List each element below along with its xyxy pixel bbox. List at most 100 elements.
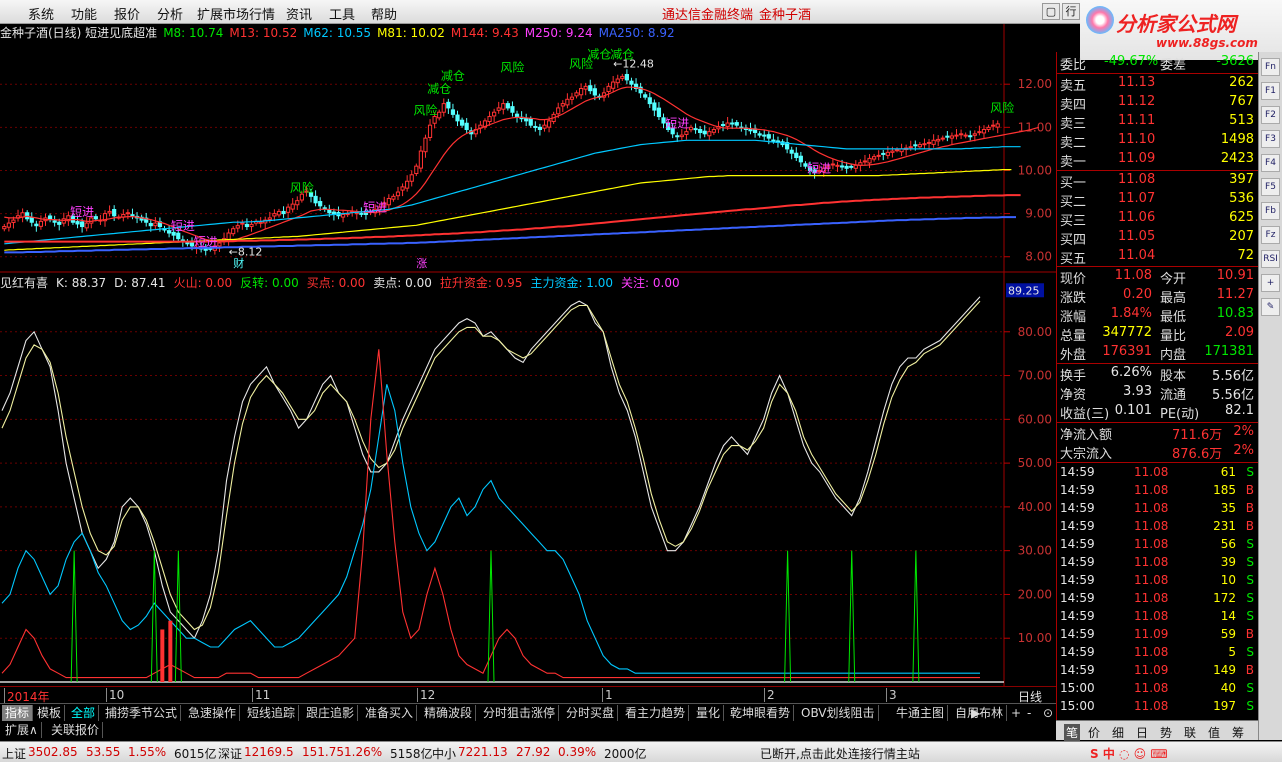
formula-tab[interactable]: 模板 <box>34 705 66 721</box>
ask-row-volume: 1498 <box>1220 132 1254 147</box>
quote-panel-tab[interactable]: 细 <box>1112 724 1124 741</box>
menu-item-7[interactable]: 帮助 <box>371 4 397 23</box>
ma-line-MA250 <box>4 216 1016 254</box>
candle <box>386 194 391 210</box>
tick-row: 15:00 11.08 40 S <box>1060 680 1256 699</box>
candle <box>464 118 469 134</box>
reversal-spike <box>70 550 78 683</box>
weicha-label: 委差 <box>1160 58 1187 73</box>
formula-tab[interactable]: 跟庄追影 <box>303 705 359 721</box>
formula-tab[interactable]: 分时买盘 <box>563 705 619 721</box>
tick-row: 14:59 11.08 231 B <box>1060 518 1256 537</box>
zoom-out-button[interactable]: - <box>1024 705 1034 721</box>
tab-scroll-right-icon[interactable]: ▶ <box>968 705 983 721</box>
minimize-button[interactable]: ▢ <box>1042 3 1060 20</box>
formula-tab[interactable]: 看主力趋势 <box>622 705 690 721</box>
flow-row: 大宗流入 876.6万 2% <box>1060 442 1256 462</box>
tick-time: 14:59 <box>1060 645 1095 659</box>
signal-label: 短进 <box>363 200 387 214</box>
zoom-in-button[interactable]: + <box>1008 705 1024 721</box>
logo-flower-icon <box>1086 6 1114 34</box>
menu-item-6[interactable]: 工具 <box>329 4 355 23</box>
extension-tab[interactable]: 扩展∧ <box>2 722 42 738</box>
quote-panel-tab[interactable]: 价 <box>1088 724 1100 741</box>
quote-label: 量比 <box>1160 329 1187 344</box>
formula-tab[interactable]: 全部 <box>68 705 100 721</box>
quote-panel-tab[interactable]: 势 <box>1160 724 1172 741</box>
side-tool-button[interactable]: F4 <box>1261 154 1280 172</box>
related-quote-tab[interactable]: 关联报价 <box>48 722 104 738</box>
quote-panel-tab[interactable]: 日 <box>1136 724 1148 741</box>
formula-tab[interactable]: 短线追踪 <box>244 705 300 721</box>
date-label: 12 <box>417 688 435 702</box>
side-tool-button[interactable]: ✎ <box>1261 298 1280 316</box>
side-tool-button[interactable]: F2 <box>1261 106 1280 124</box>
bid-row-volume: 397 <box>1229 172 1254 187</box>
ask-row-label: 卖四 <box>1060 98 1087 113</box>
formula-tab[interactable]: 牛通主图 <box>893 705 949 721</box>
side-tool-button[interactable]: Fn <box>1261 58 1280 76</box>
d-line <box>1 300 981 631</box>
quote-panel-tab[interactable]: 笔 <box>1064 724 1081 741</box>
side-tool-button[interactable]: Fz <box>1261 226 1280 244</box>
fundamental-label: 换手 <box>1060 369 1087 384</box>
candle <box>446 98 451 114</box>
menu-item-0[interactable]: 系统 <box>28 4 54 23</box>
quote-label: 今开 <box>1160 272 1187 287</box>
tick-side: S <box>1246 591 1254 605</box>
price-chart[interactable]: 12.0011.0010.009.008.00短进短进短进短进短进短进风险风险减… <box>0 24 1056 686</box>
price-annotation: 财 <box>233 256 244 270</box>
candle <box>633 78 639 92</box>
side-tool-button[interactable]: F3 <box>1261 130 1280 148</box>
formula-tab[interactable]: 量化 <box>693 705 725 721</box>
candle <box>940 135 945 142</box>
formula-tab[interactable]: 准备买入 <box>362 705 418 721</box>
quote-panel: 委比 -49.67% 委差 -3626 卖五 11.13 262 卖四 11.12 767 卖三 11… <box>1056 52 1259 720</box>
formula-tab[interactable]: 指标 <box>2 705 34 721</box>
formula-tab[interactable]: 急速操作 <box>185 705 241 721</box>
formula-tab[interactable]: 乾坤眼看势 <box>727 705 795 721</box>
quote-panel-tab[interactable]: 值 <box>1208 724 1220 741</box>
signal-label: 短进 <box>194 235 218 249</box>
candle <box>926 138 932 149</box>
side-tool-button[interactable]: + <box>1261 274 1280 292</box>
index-change: 53.55 <box>86 745 121 759</box>
candle <box>276 208 282 218</box>
connection-status[interactable]: 已断开,点击此处连接行情主站 <box>760 745 920 762</box>
side-tool-button[interactable]: F5 <box>1261 178 1280 196</box>
candle <box>395 186 401 201</box>
candle <box>624 69 629 85</box>
menu-item-4[interactable]: 扩展市场行情 <box>197 4 275 23</box>
formula-tab[interactable]: OBV划线阻击 <box>798 705 879 721</box>
formula-tab[interactable]: 精确波段 <box>421 705 477 721</box>
menu-item-3[interactable]: 分析 <box>157 4 183 23</box>
side-tool-button[interactable]: Fb <box>1261 202 1280 220</box>
menu-item-2[interactable]: 报价 <box>114 4 140 23</box>
menu-item-5[interactable]: 资讯 <box>286 4 312 23</box>
candle <box>968 130 973 141</box>
price-annotation: 涨 <box>416 257 427 270</box>
formula-tab[interactable]: 捕捞季节公式 <box>102 705 182 721</box>
quote-toggle-button[interactable]: 行 <box>1062 3 1080 20</box>
price-annotation: ←12.48 <box>613 57 654 70</box>
quote-row: 总量 347772 量比 2.09 <box>1060 324 1256 344</box>
side-tool-button[interactable]: RSI <box>1261 250 1280 268</box>
separator <box>1057 462 1259 463</box>
settings-icon[interactable]: ⊙ <box>1040 705 1056 721</box>
quote-panel-tab[interactable]: 联 <box>1184 724 1196 741</box>
index-amount: 2000亿 <box>604 747 647 761</box>
menu-item-1[interactable]: 功能 <box>71 4 97 23</box>
candle <box>459 117 465 128</box>
quote-panel-tab[interactable]: 筹 <box>1232 724 1244 741</box>
candle <box>121 209 126 222</box>
candle <box>496 101 501 114</box>
formula-tab[interactable]: 分时狙击涨停 <box>480 705 560 721</box>
indicator-tick-label: 70.00 <box>1018 369 1052 383</box>
side-tool-button[interactable]: F1 <box>1261 82 1280 100</box>
quote-row: 现价 11.08 今开 10.91 <box>1060 267 1256 287</box>
candle <box>583 82 588 96</box>
side-toolbar: Fn F1 F2 F3 F4 F5 Fb Fz RSI + ✎ <box>1258 52 1282 740</box>
candle <box>514 110 520 123</box>
ask-row-price: 11.12 <box>1118 94 1156 109</box>
tick-price: 11.08 <box>1134 555 1169 569</box>
